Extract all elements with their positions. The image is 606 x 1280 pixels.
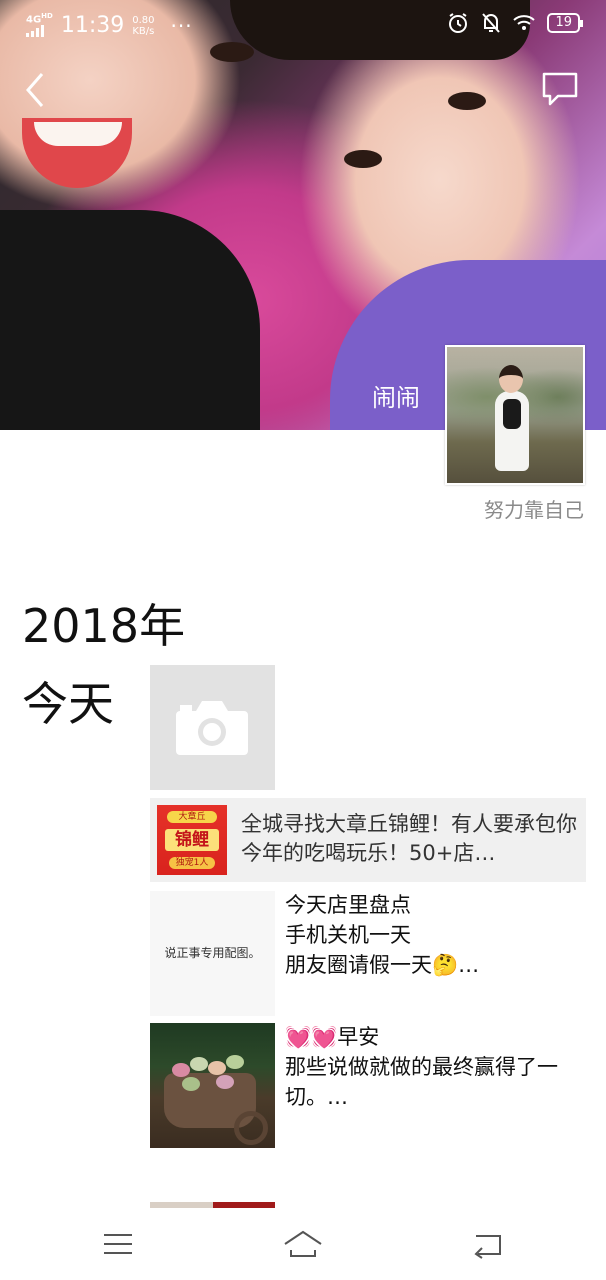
status-bar: 4GHD 11:39 0.80 KB/s ··· 19 — [0, 0, 606, 46]
succulent-shape — [182, 1077, 200, 1091]
shared-link-text: 全城寻找大章丘锦鲤！有人要承包你今年的吃喝玩乐！50+店… — [241, 812, 577, 865]
succulent-shape — [190, 1057, 208, 1071]
shared-link-thumbnail: 大章丘 锦鲤 独宠1人 — [157, 805, 227, 875]
avatar-head — [499, 365, 523, 393]
post-line: 今天店里盘点 — [285, 893, 411, 917]
shared-link-card[interactable]: 大章丘 锦鲤 独宠1人 全城寻找大章丘锦鲤！有人要承包你今年的吃喝玩乐！50+店… — [150, 798, 586, 882]
camera-icon — [176, 701, 248, 755]
mute-bell-icon — [482, 13, 501, 33]
post-text[interactable]: 💓💓早安 那些说做就做的最终赢得了一切。… — [285, 1022, 585, 1112]
post-thumbnail[interactable]: 说正事专用配图。 — [150, 891, 275, 1016]
net-speed-value: 0.80 — [132, 14, 155, 26]
network-type: 4G — [26, 14, 42, 26]
thumb-bottom-text: 独宠1人 — [169, 857, 215, 869]
post-thumbnail[interactable] — [150, 1023, 275, 1148]
post-thumbnail-caption: 说正事专用配图。 — [164, 946, 261, 960]
profile-signature: 努力靠自己 — [484, 498, 584, 522]
chevron-left-icon — [26, 73, 44, 107]
post-text[interactable]: 今天店里盘点 手机关机一天 朋友圈请假一天🤔… — [285, 890, 585, 980]
cover-eye-shape — [448, 92, 486, 110]
succulent-shape — [208, 1061, 226, 1075]
menu-button[interactable] — [96, 1224, 140, 1264]
return-icon — [474, 1235, 501, 1259]
more-indicator: ··· — [170, 13, 193, 38]
thumb-title-text: 锦鲤 — [165, 829, 219, 851]
cover-shoulder-shape — [0, 210, 260, 430]
net-speed: 0.80 KB/s — [132, 15, 154, 37]
profile-name: 闹闹 — [372, 384, 420, 412]
avatar-shirt — [503, 399, 521, 429]
status-right: 19 — [447, 12, 583, 34]
net-speed-unit: KB/s — [132, 25, 155, 37]
planter-wheel-shape — [234, 1111, 268, 1145]
new-post-camera-tile[interactable] — [150, 665, 275, 790]
post-line: 那些说做就做的最终赢得了一切。… — [285, 1055, 558, 1109]
signal-icon — [26, 25, 44, 38]
timeline-year: 2018年 — [22, 599, 186, 653]
succulent-shape — [226, 1055, 244, 1069]
post-line: 朋友圈请假一天🤔… — [285, 953, 480, 977]
succulent-shape — [172, 1063, 190, 1077]
thumb-top-text: 大章丘 — [167, 811, 217, 823]
menu-icon — [104, 1234, 132, 1254]
system-nav-bar — [0, 1208, 606, 1280]
return-button[interactable] — [466, 1224, 510, 1264]
post-line: 💓💓早安 — [285, 1025, 380, 1049]
battery-indicator: 19 — [547, 13, 583, 33]
network-hd: HD — [41, 12, 53, 20]
wifi-icon — [513, 15, 536, 30]
home-button[interactable] — [281, 1224, 325, 1264]
cover-teeth-shape — [34, 122, 122, 146]
back-button[interactable] — [20, 70, 54, 110]
post-line: 手机关机一天 — [285, 923, 411, 947]
cover-eye-shape — [344, 150, 382, 168]
alarm-icon — [449, 13, 468, 33]
profile-avatar[interactable] — [445, 345, 585, 485]
message-icon — [542, 72, 578, 106]
status-left: 4GHD 11:39 0.80 KB/s ··· — [26, 11, 193, 40]
timeline-day-label: 今天 — [22, 677, 114, 731]
succulent-shape — [216, 1075, 234, 1089]
clock: 11:39 — [60, 13, 125, 39]
home-icon — [284, 1230, 322, 1257]
message-button[interactable] — [542, 72, 578, 106]
network-indicator: 4GHD — [26, 11, 53, 40]
